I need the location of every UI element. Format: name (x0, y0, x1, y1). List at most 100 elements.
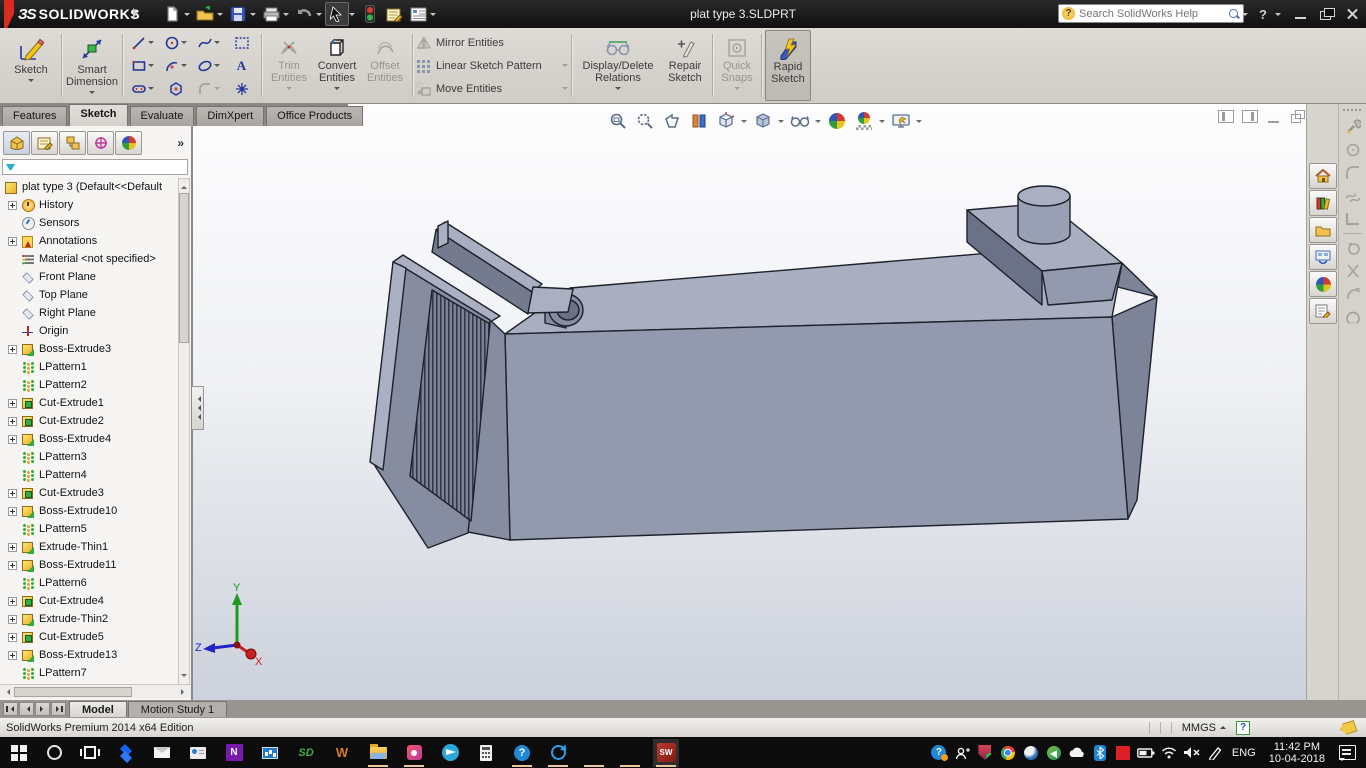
model-3d[interactable] (192, 126, 1306, 700)
print-dropdown[interactable] (283, 12, 289, 19)
offset-entities-button[interactable]: Offset Entities (361, 30, 409, 101)
featuremanager-tab[interactable] (3, 131, 30, 155)
taskbar-file-explorer-icon[interactable] (365, 739, 391, 767)
unit-system-selector[interactable]: MMGS (1182, 722, 1226, 734)
expand-toggle[interactable] (8, 488, 17, 498)
new-dropdown[interactable] (184, 12, 190, 19)
tree-item-lpattern5[interactable]: LPattern5 (0, 520, 180, 538)
rectangle-dropdown[interactable] (148, 64, 154, 70)
model-front-face[interactable] (504, 316, 1129, 541)
slot-dropdown[interactable] (148, 87, 154, 93)
last-tab-icon[interactable] (51, 702, 66, 716)
expand-toggle[interactable] (8, 596, 17, 606)
taskbar-dropbox-icon[interactable] (113, 739, 139, 767)
spline-tool[interactable] (192, 31, 225, 54)
hscroll-thumb[interactable] (14, 686, 132, 697)
display-style-dropdown[interactable] (778, 120, 784, 126)
smart-dimension-button[interactable]: Smart Dimension (65, 30, 119, 101)
polygon-tool[interactable] (159, 77, 192, 100)
tree-item-origin[interactable]: Origin (0, 322, 180, 340)
scroll-right-icon[interactable] (181, 688, 187, 695)
tray-pen-input-icon[interactable] (1205, 741, 1225, 765)
appearances-scenes-icon[interactable] (1309, 271, 1337, 297)
scroll-thumb[interactable] (179, 193, 189, 343)
tree-item-top-plane[interactable]: Top Plane (0, 286, 180, 304)
text-tool[interactable]: A (225, 54, 258, 77)
linear-pattern-dropdown[interactable] (562, 64, 568, 70)
expand-toggle[interactable] (8, 434, 17, 444)
circle-dropdown[interactable] (181, 41, 187, 47)
tree-filter[interactable] (2, 159, 188, 175)
convert-dropdown[interactable] (334, 87, 340, 93)
tree-item-annotations[interactable]: Annotations (0, 232, 180, 250)
ellipse-arc-gray-icon[interactable] (1341, 306, 1365, 328)
panel-overflow-chevron[interactable]: » (177, 136, 184, 150)
fillet-gray-icon[interactable] (1341, 162, 1365, 184)
tray-help-notification-icon[interactable]: ? (929, 741, 949, 765)
search-input[interactable] (1079, 7, 1228, 20)
tray-idm-icon[interactable] (1044, 741, 1064, 765)
expand-toggle[interactable] (8, 650, 17, 660)
rotate-tool-gray-icon[interactable] (1341, 237, 1365, 259)
apply-scene-dropdown[interactable] (879, 120, 885, 126)
customize-wrench-icon[interactable] (1341, 116, 1365, 138)
expand-toggle[interactable] (8, 416, 17, 426)
tab-office-products[interactable]: Office Products (266, 106, 364, 126)
undo-button[interactable] (292, 2, 316, 26)
tray-globe-app-icon[interactable] (1021, 741, 1041, 765)
expand-toggle[interactable] (8, 506, 17, 516)
save-dropdown[interactable] (250, 12, 256, 19)
taskbar-calculator-icon[interactable] (473, 739, 499, 767)
dimxpertmanager-tab[interactable] (87, 131, 114, 155)
doc-tab-motion-study-1[interactable]: Motion Study 1 (127, 701, 228, 717)
tab-dimxpert[interactable]: DimXpert (196, 106, 265, 126)
tree-item-cut-extrude2[interactable]: Cut-Extrude2 (0, 412, 180, 430)
tree-item-cut-extrude5[interactable]: Cut-Extrude5 (0, 628, 180, 646)
previous-view-icon[interactable] (660, 109, 684, 133)
split-pane-left-icon[interactable] (1218, 110, 1234, 123)
new-document-button[interactable] (160, 2, 184, 26)
toolbar-drag-handle[interactable] (1343, 106, 1362, 114)
open-dropdown[interactable] (217, 12, 223, 19)
tree-item-material[interactable]: Material <not specified> (0, 250, 180, 268)
convert-entities-button[interactable]: Convert Entities (313, 30, 361, 101)
tray-chrome-icon[interactable] (998, 741, 1018, 765)
custom-properties-icon[interactable] (1309, 298, 1337, 324)
tree-item-boss-extrude13[interactable]: Boss-Extrude13 (0, 646, 180, 664)
configurationmanager-tab[interactable] (59, 131, 86, 155)
tree-item-boss-extrude3[interactable]: Boss-Extrude3 (0, 340, 180, 358)
trim-dropdown[interactable] (286, 87, 292, 93)
tab-sketch[interactable]: Sketch (69, 104, 128, 126)
tree-vertical-scrollbar[interactable] (178, 178, 190, 685)
tab-features[interactable]: Features (2, 106, 68, 126)
split-pane-right-icon[interactable] (1242, 110, 1258, 123)
help-dropdown[interactable] (1275, 12, 1281, 19)
hide-show-dropdown[interactable] (815, 120, 821, 126)
tree-item-front-plane[interactable]: Front Plane (0, 268, 180, 286)
arc-tool-gray-icon[interactable] (1341, 283, 1365, 305)
displaymanager-tab[interactable] (115, 131, 142, 155)
mirror-entities-button[interactable]: Mirror Entities (416, 33, 568, 53)
zoom-to-area-icon[interactable] (633, 109, 657, 133)
selection-box-tool[interactable] (225, 31, 258, 54)
minimize-icon[interactable] (1292, 8, 1310, 20)
trim-entities-button[interactable]: Trim Entities (265, 30, 313, 101)
panel-splitter-handle[interactable] (192, 386, 204, 430)
corner-rectangle-gray-icon[interactable] (1341, 208, 1365, 230)
linear-sketch-pattern-button[interactable]: Linear Sketch Pattern (416, 56, 568, 76)
tray-battery-icon[interactable] (1136, 741, 1156, 765)
scroll-left-icon[interactable] (4, 688, 10, 695)
tray-onedrive-icon[interactable] (1067, 741, 1087, 765)
display-style-icon[interactable] (751, 109, 775, 133)
ellipse-tool[interactable] (192, 54, 225, 77)
design-library-icon[interactable] (1309, 190, 1337, 216)
expand-toggle[interactable] (8, 560, 17, 570)
expand-toggle[interactable] (8, 344, 17, 354)
tree-item-root[interactable]: plat type 3 (Default<<Default (0, 178, 180, 196)
tree-item-lpattern6[interactable]: LPattern6 (0, 574, 180, 592)
stoplight-icon[interactable] (358, 2, 382, 26)
expand-toggle[interactable] (8, 398, 17, 408)
tag-icon[interactable] (1339, 719, 1358, 735)
sketch-button[interactable]: Sketch (4, 30, 58, 101)
zoom-to-fit-icon[interactable] (606, 109, 630, 133)
